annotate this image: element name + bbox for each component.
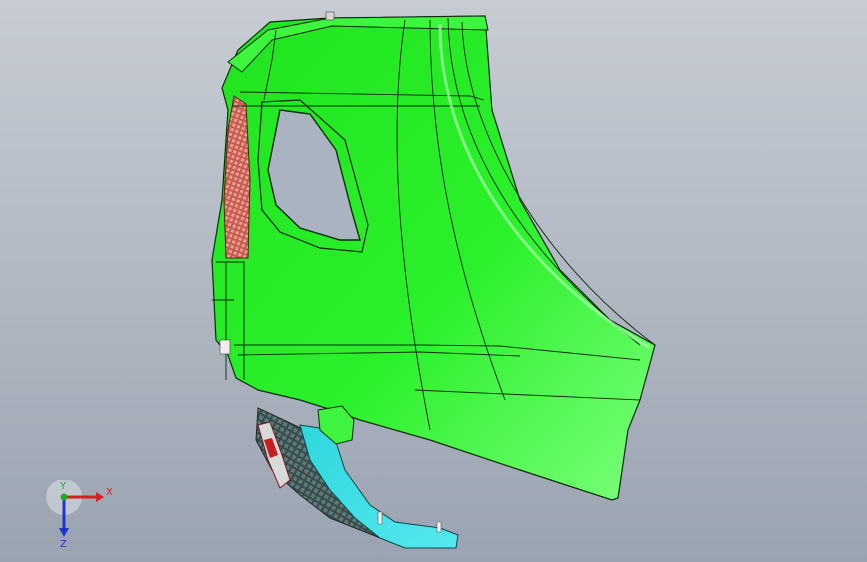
y-axis-label: Y [59,481,67,492]
z-axis-label: Z [60,539,67,550]
z-axis-arrow [59,528,69,537]
orientation-triad: X Y Z [46,480,113,550]
bracket-pin-1 [436,521,442,533]
bracket-pin-2 [377,511,383,525]
side-clip [219,339,231,355]
y-axis [60,493,68,501]
graphics-viewport[interactable]: X Y Z [0,0,867,562]
3d-model[interactable] [0,0,867,562]
x-axis-arrow [96,492,104,502]
top-tab [325,11,335,21]
x-axis-label: X [106,487,113,498]
